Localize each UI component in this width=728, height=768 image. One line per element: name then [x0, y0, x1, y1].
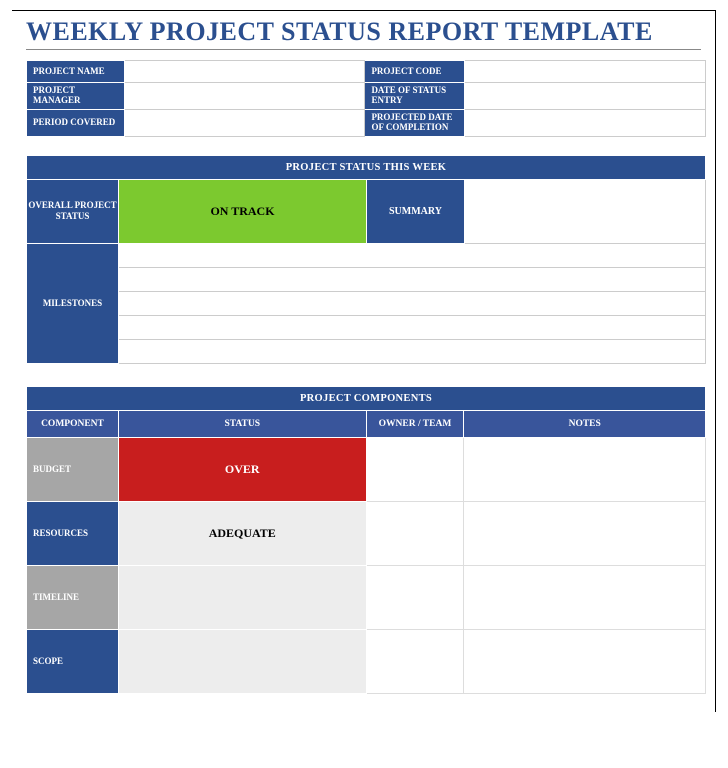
milestone-row[interactable] [119, 291, 706, 315]
project-info-table: PROJECT NAME PROJECT CODE PROJECT MANAGE… [26, 60, 706, 137]
component-scope-notes[interactable] [464, 629, 706, 693]
column-owner: OWNER / TEAM [366, 410, 464, 437]
column-status: STATUS [118, 410, 366, 437]
component-resources-owner[interactable] [366, 501, 464, 565]
page-container: WEEKLY PROJECT STATUS REPORT TEMPLATE PR… [12, 10, 716, 712]
overall-status-value: ON TRACK [119, 179, 367, 243]
component-budget-label: BUDGET [27, 437, 119, 501]
project-manager-label: PROJECT MANAGER [27, 83, 125, 110]
component-timeline-owner[interactable] [366, 565, 464, 629]
component-timeline-notes[interactable] [464, 565, 706, 629]
milestone-row[interactable] [119, 267, 706, 291]
summary-label: SUMMARY [367, 179, 465, 243]
component-timeline-status [118, 565, 366, 629]
status-week-table: PROJECT STATUS THIS WEEK OVERALL PROJECT… [26, 155, 706, 364]
component-budget-notes[interactable] [464, 437, 706, 501]
component-budget-status: OVER [118, 437, 366, 501]
project-name-value[interactable] [124, 61, 365, 83]
milestone-row[interactable] [119, 315, 706, 339]
component-timeline-label: TIMELINE [27, 565, 119, 629]
period-covered-label: PERIOD COVERED [27, 109, 125, 136]
projected-completion-value[interactable] [465, 109, 706, 136]
components-header: PROJECT COMPONENTS [27, 386, 706, 410]
component-resources-label: RESOURCES [27, 501, 119, 565]
milestones-label: MILESTONES [27, 243, 119, 363]
component-scope-status [118, 629, 366, 693]
component-budget-owner[interactable] [366, 437, 464, 501]
milestone-row[interactable] [119, 339, 706, 363]
project-name-label: PROJECT NAME [27, 61, 125, 83]
date-status-entry-value[interactable] [465, 83, 706, 110]
period-covered-value[interactable] [124, 109, 365, 136]
project-code-value[interactable] [465, 61, 706, 83]
component-resources-status: ADEQUATE [118, 501, 366, 565]
summary-value[interactable] [465, 179, 706, 243]
overall-status-label: OVERALL PROJECT STATUS [27, 179, 119, 243]
milestone-row[interactable] [119, 243, 706, 267]
component-scope-owner[interactable] [366, 629, 464, 693]
component-resources-notes[interactable] [464, 501, 706, 565]
page-title: WEEKLY PROJECT STATUS REPORT TEMPLATE [26, 17, 701, 50]
projected-completion-label: PROJECTED DATE OF COMPLETION [365, 109, 465, 136]
status-week-header: PROJECT STATUS THIS WEEK [27, 155, 706, 179]
component-scope-label: SCOPE [27, 629, 119, 693]
column-component: COMPONENT [27, 410, 119, 437]
project-components-table: PROJECT COMPONENTS COMPONENT STATUS OWNE… [26, 386, 706, 694]
project-code-label: PROJECT CODE [365, 61, 465, 83]
project-manager-value[interactable] [124, 83, 365, 110]
date-status-entry-label: DATE OF STATUS ENTRY [365, 83, 465, 110]
column-notes: NOTES [464, 410, 706, 437]
